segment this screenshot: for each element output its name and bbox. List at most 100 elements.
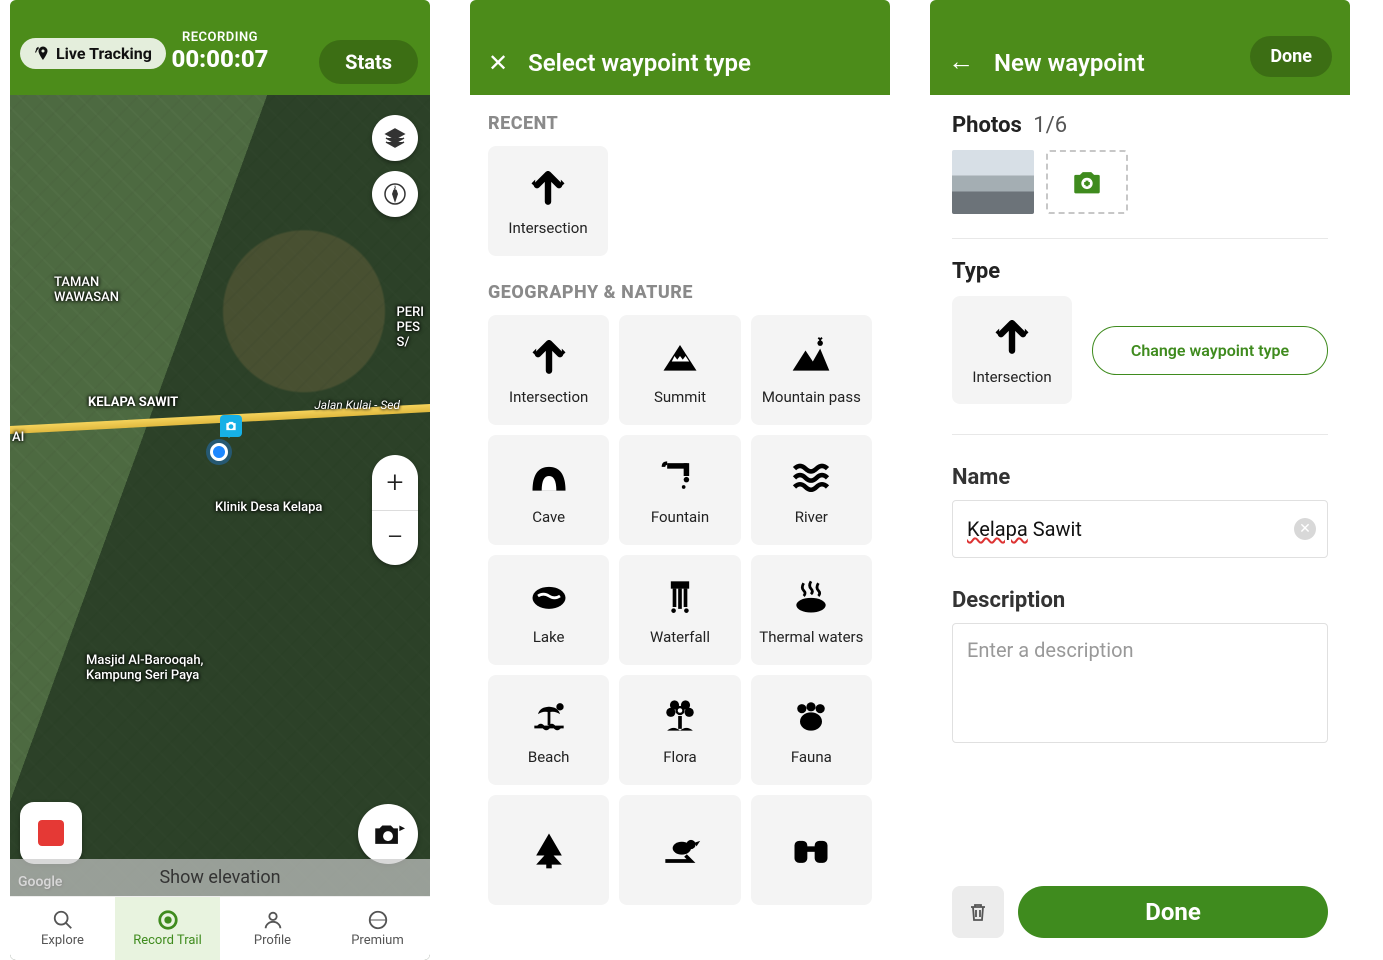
type-tile-lake[interactable]: Lake <box>488 555 609 665</box>
tab-profile[interactable]: Profile <box>220 897 325 960</box>
type-tile-tree[interactable] <box>488 795 609 905</box>
back-button[interactable]: ← <box>948 46 974 77</box>
top-bar: Live Tracking RECORDING 00:00:07 Stats <box>10 0 430 95</box>
add-photo-icon <box>1066 165 1108 199</box>
type-tile-bird[interactable] <box>619 795 740 905</box>
page-title: Select waypoint type <box>528 49 751 77</box>
type-tile-flora[interactable]: Flora <box>619 675 740 785</box>
type-tile-river[interactable]: River <box>751 435 872 545</box>
type-tile-beach[interactable]: Beach <box>488 675 609 785</box>
map-place-mosque: Masjid Al-Barooqah, Kampung Seri Paya <box>86 653 203 683</box>
type-heading: Type <box>952 259 1328 284</box>
divider <box>952 238 1328 239</box>
type-tile-intersection[interactable]: Intersection <box>488 146 608 256</box>
show-elevation-button[interactable]: Show elevation <box>10 859 430 896</box>
fauna-icon <box>789 694 833 738</box>
type-tile-mountain-pass[interactable]: Mountain pass <box>751 315 872 425</box>
form-footer: Done <box>930 886 1350 960</box>
zoom-control: + − <box>372 455 418 565</box>
screen-record-trail: Live Tracking RECORDING 00:00:07 Stats J… <box>10 0 430 960</box>
tab-profile-label: Profile <box>254 933 291 948</box>
camera-flag-icon <box>371 817 405 851</box>
layers-icon <box>383 126 407 150</box>
river-icon <box>789 454 833 498</box>
delete-button[interactable] <box>952 886 1004 938</box>
compass-icon: N <box>383 182 407 206</box>
my-location-dot <box>210 443 228 461</box>
type-row: Intersection Change waypoint type <box>952 296 1328 404</box>
done-button-header[interactable]: Done <box>1250 36 1332 77</box>
change-type-button[interactable]: Change waypoint type <box>1092 326 1328 375</box>
tab-explore[interactable]: Explore <box>10 897 115 960</box>
screen-new-waypoint: ← New waypoint Done Photos 1/6 Type Inte… <box>930 0 1350 960</box>
stop-record-button[interactable] <box>20 802 82 864</box>
form-scroll[interactable]: Photos 1/6 Type Intersection Change wayp… <box>930 95 1350 886</box>
description-label: Description <box>952 588 1328 613</box>
tile-label: Waterfall <box>650 628 710 646</box>
tile-label: River <box>795 508 828 526</box>
compass-button[interactable]: N <box>372 171 418 217</box>
type-list-scroll[interactable]: RECENT Intersection GEOGRAPHY & NATURE I… <box>470 95 890 960</box>
top-bar: ✕ Select waypoint type <box>470 0 890 95</box>
tile-label: Thermal waters <box>759 628 863 646</box>
type-tile-waterfall[interactable]: Waterfall <box>619 555 740 665</box>
mountain-pass-icon <box>789 334 833 378</box>
tile-label: Lake <box>533 628 565 646</box>
tile-label: Summit <box>654 388 706 406</box>
svg-text:N: N <box>393 186 397 192</box>
map-canvas[interactable]: Jalan Kulai - Sed TAMAN WAWASAN PERI PES… <box>10 95 430 960</box>
location-broadcast-icon <box>34 45 52 63</box>
type-tile-fauna[interactable]: Fauna <box>751 675 872 785</box>
trash-icon <box>966 900 990 924</box>
geography-grid: Intersection Summit Mountain pass Cave Fount… <box>488 315 872 905</box>
map-place-ai: AI <box>12 430 24 445</box>
zoom-out-button[interactable]: − <box>372 511 418 566</box>
lake-icon <box>527 574 571 618</box>
type-tile-binoculars[interactable] <box>751 795 872 905</box>
type-tile-thermal[interactable]: Thermal waters <box>751 555 872 665</box>
recording-label: RECORDING <box>171 30 268 45</box>
type-tile-fountain[interactable]: Fountain <box>619 435 740 545</box>
top-bar: ← New waypoint Done <box>930 0 1350 95</box>
tile-label: Cave <box>532 508 565 526</box>
tile-label: Flora <box>663 748 696 766</box>
close-button[interactable]: ✕ <box>488 49 508 77</box>
type-tile-cave[interactable]: Cave <box>488 435 609 545</box>
tab-premium[interactable]: Premium <box>325 897 430 960</box>
map-place-peri: PERI PES S/ <box>396 305 424 350</box>
type-tile-summit[interactable]: Summit <box>619 315 740 425</box>
tab-premium-label: Premium <box>351 933 404 948</box>
type-tile-intersection[interactable]: Intersection <box>488 315 609 425</box>
photo-thumbnail-1[interactable] <box>952 150 1034 214</box>
search-icon <box>52 909 74 931</box>
tab-record-label: Record Trail <box>133 933 202 948</box>
zoom-in-button[interactable]: + <box>372 455 418 511</box>
photos-heading: Photos 1/6 <box>952 113 1328 138</box>
tree-icon <box>527 828 571 872</box>
intersection-icon <box>527 334 571 378</box>
recording-time: 00:00:07 <box>171 45 268 73</box>
add-photo-button[interactable] <box>1046 150 1128 214</box>
camera-icon <box>224 419 238 433</box>
tile-label: Fauna <box>791 748 832 766</box>
description-input[interactable]: Enter a description <box>952 623 1328 743</box>
name-input[interactable]: Kelapa Sawit <box>952 500 1328 558</box>
photo-row <box>952 150 1328 214</box>
add-waypoint-button[interactable] <box>358 804 418 864</box>
live-tracking-chip[interactable]: Live Tracking <box>20 38 166 69</box>
done-button-footer[interactable]: Done <box>1018 886 1328 938</box>
map-waypoint-marker[interactable] <box>220 415 242 437</box>
map-place-taman: TAMAN WAWASAN <box>54 275 119 305</box>
fountain-icon <box>658 454 702 498</box>
tile-label: Beach <box>528 748 570 766</box>
layers-button[interactable] <box>372 115 418 161</box>
stats-button[interactable]: Stats <box>319 40 418 84</box>
tab-explore-label: Explore <box>41 933 84 948</box>
selected-type-tile[interactable]: Intersection <box>952 296 1072 404</box>
tile-label: Fountain <box>651 508 709 526</box>
bird-icon <box>658 828 702 872</box>
clear-name-button[interactable]: ✕ <box>1294 518 1316 540</box>
thermal-icon <box>789 574 833 618</box>
tab-record[interactable]: Record Trail <box>115 897 220 960</box>
beach-icon <box>527 694 571 738</box>
